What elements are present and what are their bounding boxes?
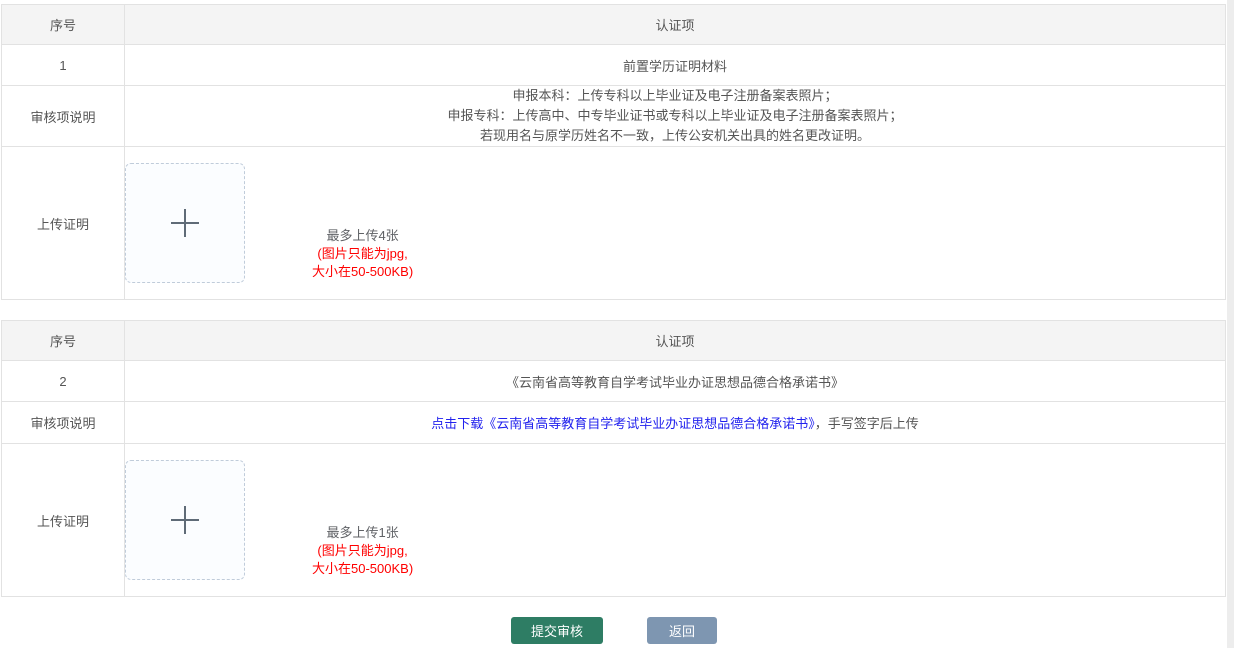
upload-restriction-size: 大小在50-500KB) — [312, 263, 413, 281]
back-button[interactable]: 返回 — [647, 617, 717, 644]
cert-item-name: 《云南省高等教育自学考试毕业办证思想品德合格承诺书》 — [125, 361, 1226, 402]
upload-hint: 最多上传1张 — [312, 524, 413, 542]
submit-button[interactable]: 提交审核 — [511, 617, 603, 644]
col-header-cert-item: 认证项 — [125, 5, 1226, 45]
upload-hint: 最多上传4张 — [312, 227, 413, 245]
description-line: 若现用名与原学历姓名不一致，上传公安机关出具的姓名更改证明。 — [125, 126, 1225, 146]
action-bar: 提交审核 返回 — [1, 617, 1227, 644]
col-header-cert-item: 认证项 — [125, 321, 1226, 361]
upload-area: 最多上传1张 (图片只能为jpg, 大小在50-500KB) — [125, 460, 1225, 580]
upload-area: 最多上传4张 (图片只能为jpg, 大小在50-500KB) — [125, 163, 1225, 283]
upload-hint-block: 最多上传1张 (图片只能为jpg, 大小在50-500KB) — [312, 524, 413, 580]
download-link-suffix: ，手写签字后上传 — [815, 416, 919, 431]
row-label-upload: 上传证明 — [2, 147, 125, 300]
col-header-index: 序号 — [2, 5, 125, 45]
cert-item-name: 前置学历证明材料 — [125, 45, 1226, 86]
upload-restriction-format: (图片只能为jpg, — [312, 245, 413, 263]
page: 序号 认证项 1 前置学历证明材料 审核项说明 申报本科：上传专科以上毕业证及电… — [0, 0, 1234, 648]
plus-icon — [171, 209, 199, 237]
upload-hint-block: 最多上传4张 (图片只能为jpg, 大小在50-500KB) — [312, 227, 413, 283]
upload-restriction-format: (图片只能为jpg, — [312, 542, 413, 560]
upload-dropzone[interactable] — [125, 163, 245, 283]
description-line: 申报本科：上传专科以上毕业证及电子注册备案表照片； — [125, 86, 1225, 106]
upload-dropzone[interactable] — [125, 460, 245, 580]
row-index-value: 2 — [2, 361, 125, 402]
row-label-upload: 上传证明 — [2, 444, 125, 597]
cert-table-1: 序号 认证项 1 前置学历证明材料 审核项说明 申报本科：上传专科以上毕业证及电… — [1, 4, 1226, 300]
download-link[interactable]: 点击下载《云南省高等教育自学考试毕业办证思想品德合格承诺书》 — [431, 416, 815, 431]
cert-table-2: 序号 认证项 2 《云南省高等教育自学考试毕业办证思想品德合格承诺书》 审核项说… — [1, 320, 1226, 597]
description-line: 申报专科：上传高中、中专毕业证书或专科以上毕业证及电子注册备案表照片； — [125, 106, 1225, 126]
plus-icon — [171, 506, 199, 534]
scrollbar-track[interactable] — [1227, 0, 1234, 648]
row-label-review-desc: 审核项说明 — [2, 86, 125, 147]
row-label-review-desc: 审核项说明 — [2, 402, 125, 444]
content: 序号 认证项 1 前置学历证明材料 审核项说明 申报本科：上传专科以上毕业证及电… — [1, 4, 1227, 644]
row-index-value: 1 — [2, 45, 125, 86]
upload-restriction-size: 大小在50-500KB) — [312, 560, 413, 578]
col-header-index: 序号 — [2, 321, 125, 361]
